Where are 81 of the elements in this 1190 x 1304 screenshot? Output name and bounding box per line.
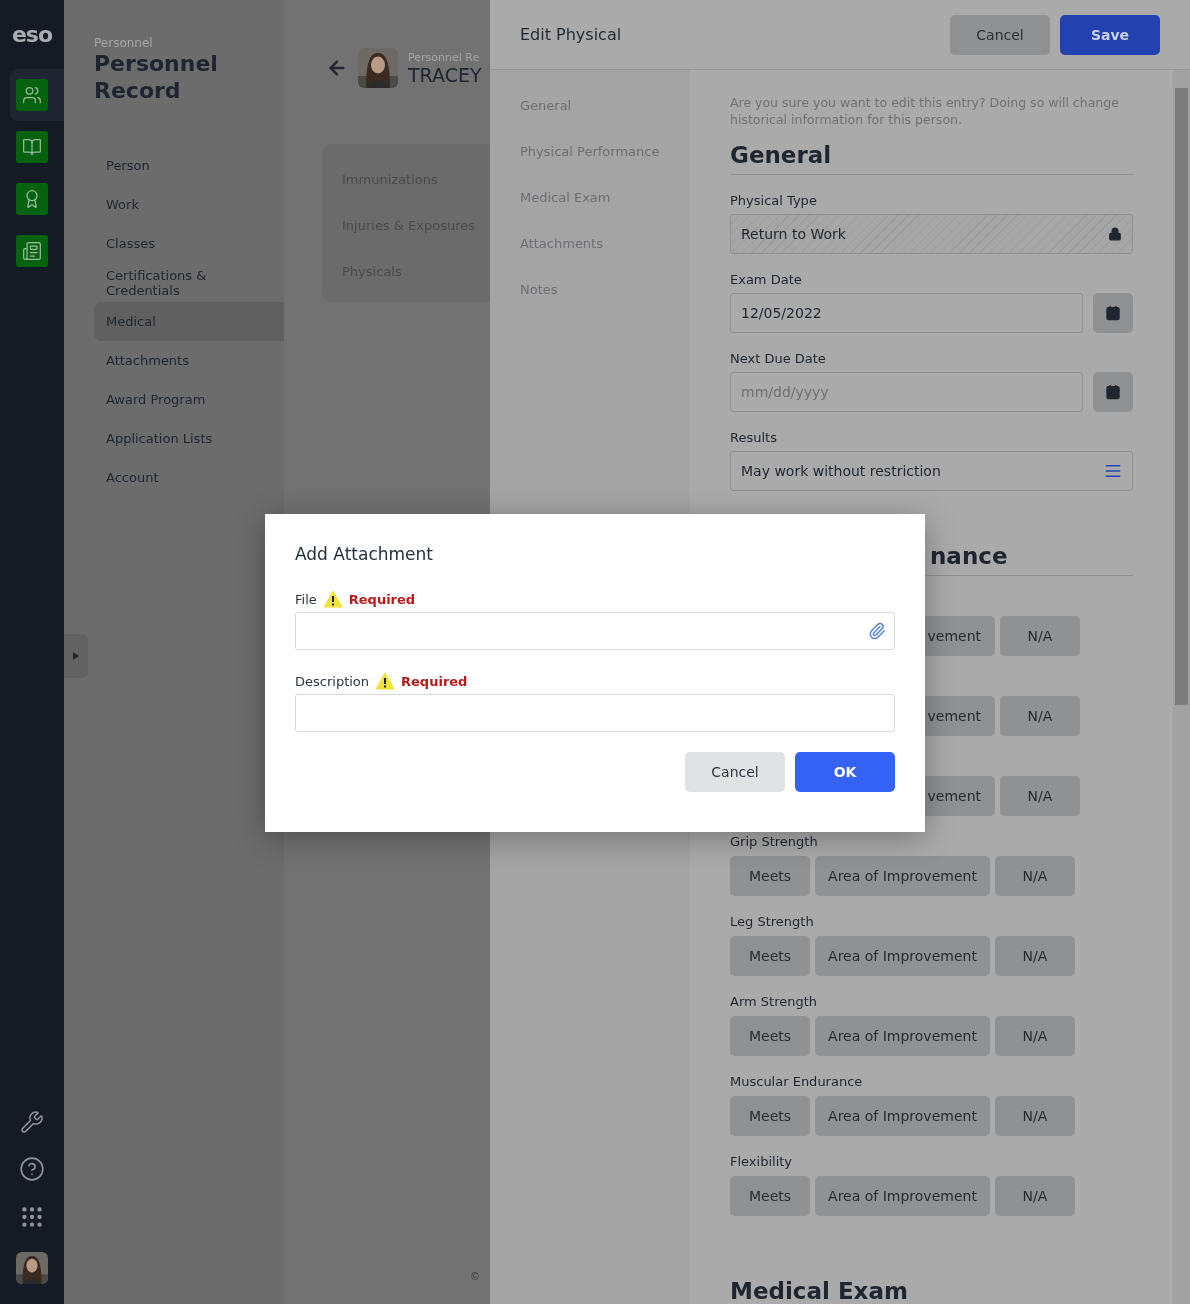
required-label: Required (348, 591, 416, 607)
option-button[interactable]: Area of Improvement (815, 1016, 990, 1056)
menu-item[interactable]: Classes (94, 224, 284, 263)
warning-text: Are you sure you want to edit this entry? Doing so will change historical information for this person. (730, 94, 1120, 128)
option-button[interactable]: Area of Improvement (815, 1176, 990, 1216)
menu-item[interactable]: Medical (94, 302, 284, 341)
option-button[interactable]: Meets (730, 1096, 810, 1136)
section-heading: Medical Exam (730, 1278, 909, 1304)
section-heading: General (730, 142, 832, 168)
option-button[interactable]: N/A (995, 1016, 1075, 1056)
option-button[interactable]: vement (925, 616, 995, 656)
field-label: Flexibility (730, 1154, 794, 1171)
file-field[interactable] (295, 612, 895, 650)
cancel-button[interactable]: Cancel (950, 14, 1050, 55)
field-label: Physical Type (730, 193, 818, 208)
input-field: Return to Work (730, 214, 1133, 254)
menu-item[interactable]: Person (94, 146, 284, 185)
menu-item[interactable]: Application Lists (94, 419, 284, 458)
option-button[interactable]: Meets (730, 856, 810, 896)
collapse-handle[interactable] (64, 634, 88, 678)
field-label: Exam Date (730, 272, 803, 287)
option-button[interactable]: vement (925, 696, 995, 736)
nav-item[interactable] (10, 69, 64, 121)
option-button[interactable]: Area of Improvement (815, 936, 990, 976)
logo: eso (11, 22, 53, 47)
option-button[interactable]: Meets (730, 1016, 810, 1056)
drawer-title: Edit Physical (520, 25, 623, 44)
option-button[interactable]: vement (925, 776, 995, 816)
calendar-icon (1105, 305, 1121, 321)
option-button[interactable]: N/A (995, 936, 1075, 976)
ok-button[interactable]: OK (795, 752, 895, 792)
field-label: File (295, 591, 317, 607)
field-label: Arm Strength (730, 994, 819, 1011)
warning-icon (375, 672, 396, 690)
section-heading: nance (930, 543, 1008, 569)
field-label: Next Due Date (730, 351, 827, 366)
field-label: Muscular Endurance (730, 1074, 864, 1091)
option-button[interactable]: N/A (995, 1096, 1075, 1136)
cancel-button[interactable]: Cancel (685, 752, 785, 792)
breadcrumb: Personnel (94, 36, 154, 50)
option-button[interactable]: Area of Improvement (815, 1096, 990, 1136)
dialog-title: Add Attachment (295, 544, 434, 564)
calendar-button[interactable] (1093, 372, 1133, 412)
calendar-icon (1105, 384, 1121, 400)
field-label: Grip Strength (730, 834, 819, 851)
required-label: Required (401, 673, 468, 689)
help-icon[interactable] (19, 1156, 45, 1182)
copyright: © (470, 1271, 480, 1282)
input-field[interactable]: May work without restriction (730, 451, 1133, 491)
option-button[interactable]: N/A (1000, 776, 1080, 816)
apps-grid-icon[interactable] (19, 1204, 45, 1230)
input-field[interactable] (295, 694, 895, 732)
save-button[interactable]: Save (1060, 14, 1160, 55)
wrench-icon[interactable] (20, 1110, 44, 1134)
newspaper-icon (22, 241, 42, 261)
menu-item[interactable]: Account (94, 458, 284, 497)
warning-icon (322, 590, 343, 608)
option-button[interactable]: N/A (995, 1176, 1075, 1216)
option-button[interactable]: N/A (1000, 616, 1080, 656)
field-label: Results (730, 430, 778, 445)
list-icon[interactable] (1104, 462, 1122, 480)
option-button[interactable]: N/A (1000, 696, 1080, 736)
menu-item[interactable]: Award Program (94, 380, 284, 419)
field-label: Leg Strength (730, 914, 815, 931)
person-name: TRACEY (408, 63, 482, 86)
menu-item[interactable]: Attachments (94, 341, 284, 380)
menu-item[interactable]: Work (94, 185, 284, 224)
triangle-icon (73, 652, 79, 660)
field-label: Description (295, 673, 370, 689)
paperclip-icon[interactable] (868, 622, 886, 640)
date-field[interactable]: 12/05/2022 (730, 293, 1083, 333)
option-button[interactable]: Meets (730, 1176, 810, 1216)
option-button[interactable]: Meets (730, 936, 810, 976)
people-icon (22, 85, 42, 105)
calendar-button[interactable] (1093, 293, 1133, 333)
option-button[interactable]: Area of Improvement (815, 856, 990, 896)
page-title: Personnel Record (94, 50, 219, 104)
menu-item[interactable]: Certifications & Credentials (94, 263, 284, 302)
lock-icon (1108, 227, 1122, 241)
book-icon (22, 137, 42, 157)
option-button[interactable]: N/A (995, 856, 1075, 896)
